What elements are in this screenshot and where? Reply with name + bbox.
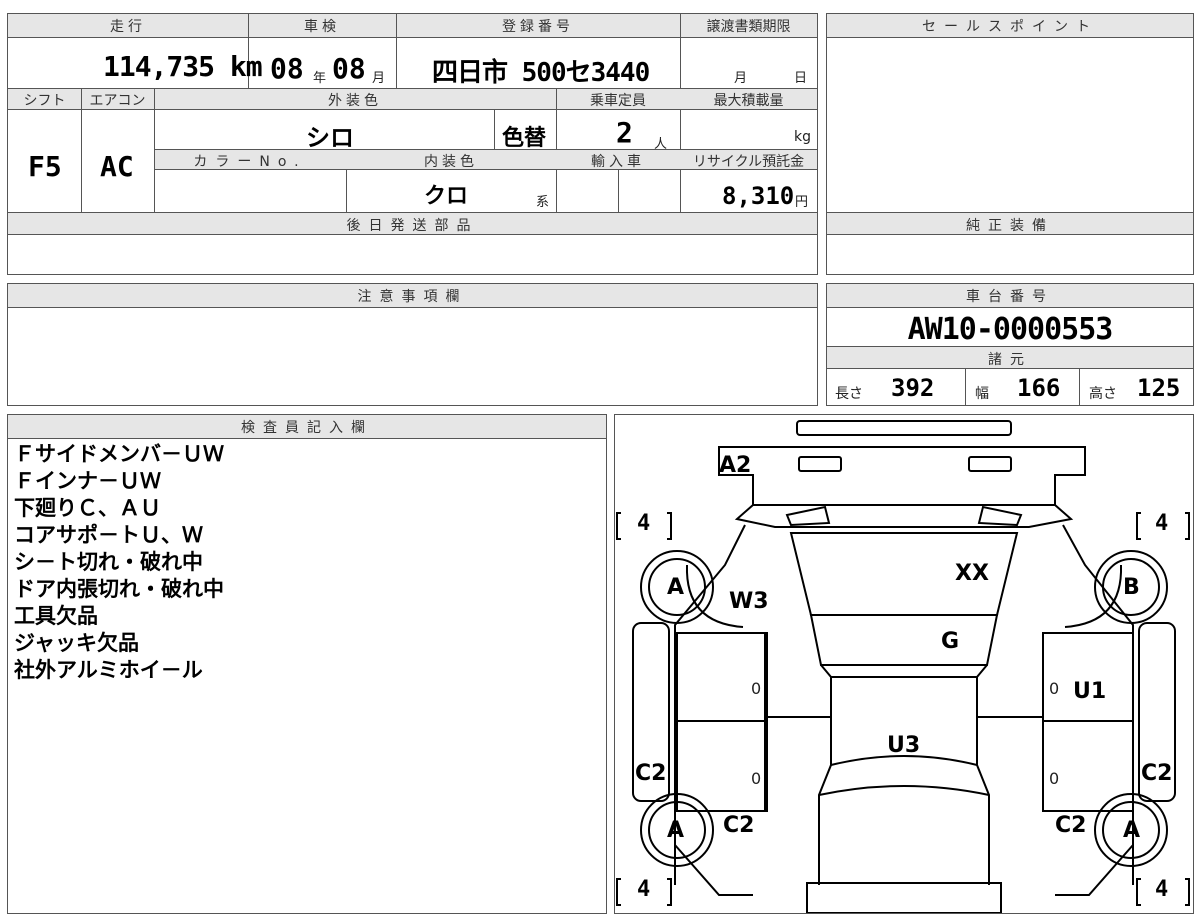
vehicle-info-table: 走行 車検 登録番号 譲渡書類期限 114,735 km 08 年 08 月 四… [7, 13, 818, 275]
wheel-rear-right: A [1123, 818, 1141, 843]
inspector-note-line: シ－ト切れ・破れ中 [14, 550, 203, 574]
mark-u3: U3 [887, 733, 921, 758]
inspector-note-line: 下廻りＣ、ＡＵ [14, 496, 161, 520]
interior-suffix: 系 [536, 195, 550, 210]
door-mark-zero: 0 [751, 679, 762, 698]
wheel-rear-left: A [667, 818, 685, 843]
registration-label: 登録番号 [502, 19, 574, 35]
caution-box: 注意事項欄 [7, 283, 818, 406]
specs-label: 諸元 [988, 352, 1032, 368]
sales-point-box: セールスポイント 純正装備 [826, 13, 1194, 275]
transfer-month: 月 [734, 71, 748, 86]
inspector-note-line: コアサポ－トＵ、Ｗ [14, 523, 203, 547]
door-mark-zero: 0 [1049, 769, 1060, 788]
mileage-label: 走行 [110, 19, 146, 35]
length-value: 392 [891, 374, 935, 402]
mileage-value: 114,735 km [103, 50, 263, 83]
load-label: 最大積載量 [713, 93, 784, 109]
car-outline [616, 420, 1190, 913]
later-parts-label: 後日発送部品 [346, 218, 479, 234]
wheel-front-left: A [667, 575, 685, 600]
height-label: 高さ [1089, 386, 1117, 402]
inspector-note-line: 工具欠品 [14, 604, 98, 628]
capacity-label: 乗車定員 [590, 93, 646, 109]
chassis-box: 車台番号 AW10-0000553 諸元 長さ 392 幅 166 高さ 125 [826, 283, 1194, 406]
load-unit: kg [794, 129, 811, 145]
mark-c2-rear-right: C2 [1055, 813, 1087, 838]
mark-a2: A2 [719, 453, 752, 478]
tire-front-left: 4 [637, 511, 651, 536]
sales-point-label: セールスポイント [922, 19, 1098, 35]
color-no-label: カラーNo. [193, 154, 307, 170]
width-label: 幅 [975, 386, 989, 402]
import-label: 輸入車 [591, 154, 645, 170]
recycle-unit: 円 [795, 195, 809, 210]
chassis-label: 車台番号 [966, 289, 1054, 305]
genuine-equipment-label: 純正装備 [966, 218, 1054, 234]
exterior-label: 外装色 [328, 93, 382, 109]
length-label: 長さ [835, 386, 863, 402]
inspector-note-line: Ｆインナ－ＵＷ [14, 469, 161, 493]
door-mark-zero: 0 [751, 769, 762, 788]
shaken-month: 08 [332, 52, 366, 85]
caution-label: 注意事項欄 [357, 289, 468, 305]
shaken-month-unit: 月 [372, 71, 386, 86]
tire-front-right: 4 [1155, 511, 1169, 536]
inspector-notes-box: 検査員記入欄 Ｆサイドメンバ－ＵＷ Ｆインナ－ＵＷ 下廻りＣ、ＡＵ コアサポ－ト… [7, 414, 607, 914]
width-value: 166 [1017, 374, 1061, 402]
capacity-value: 2 [616, 116, 633, 149]
mark-u1: U1 [1073, 679, 1107, 704]
shaken-year-unit: 年 [313, 71, 327, 86]
tire-rear-left: 4 [637, 877, 651, 902]
mark-c2-left: C2 [635, 761, 667, 786]
inspector-note-line: Ｆサイドメンバ－ＵＷ [14, 442, 224, 466]
ac-value: AC [100, 150, 134, 183]
chassis-value: AW10-0000553 [907, 312, 1114, 347]
interior-value: クロ [424, 184, 469, 209]
shift-label: シフト [23, 93, 66, 109]
shaken-year: 08 [270, 52, 304, 85]
inspector-note-line: ジャッキ欠品 [14, 631, 139, 655]
color-change: 色替 [502, 126, 547, 151]
tire-rear-right: 4 [1155, 877, 1169, 902]
registration-value: 四日市 500セ3440 [432, 58, 650, 88]
recycle-label: リサイクル預託金 [692, 154, 805, 170]
transfer-deadline-label: 譲渡書類期限 [706, 19, 791, 35]
recycle-value: 8,310 [722, 182, 795, 210]
inspector-notes-list: Ｆサイドメンバ－ＵＷ Ｆインナ－ＵＷ 下廻りＣ、ＡＵ コアサポ－トＵ、Ｗ シ－ト… [14, 441, 224, 684]
door-mark-zero: 0 [1049, 679, 1060, 698]
mark-c2-rear-left: C2 [723, 813, 755, 838]
car-damage-diagram: 4 4 4 4 A B A A A2 W3 XX G U1 U3 C2 C2 C… [614, 414, 1194, 914]
shift-value: F5 [28, 150, 62, 183]
wheel-front-right: B [1123, 575, 1140, 600]
inspector-note-line: ドア内張切れ・破れ中 [14, 577, 224, 601]
mark-xx: XX [955, 561, 989, 586]
mark-w3: W3 [729, 589, 769, 614]
inspector-note-line: 社外アルミホイ－ル [14, 658, 203, 682]
interior-label: 内装色 [424, 154, 478, 170]
ac-label: エアコン [89, 93, 146, 109]
height-value: 125 [1137, 374, 1181, 402]
exterior-value: シロ [306, 124, 354, 152]
transfer-day: 日 [794, 71, 808, 86]
mark-c2-right: C2 [1141, 761, 1173, 786]
inspector-notes-label: 検査員記入欄 [241, 420, 373, 436]
shaken-label: 車検 [304, 19, 340, 35]
mark-g: G [941, 629, 960, 654]
